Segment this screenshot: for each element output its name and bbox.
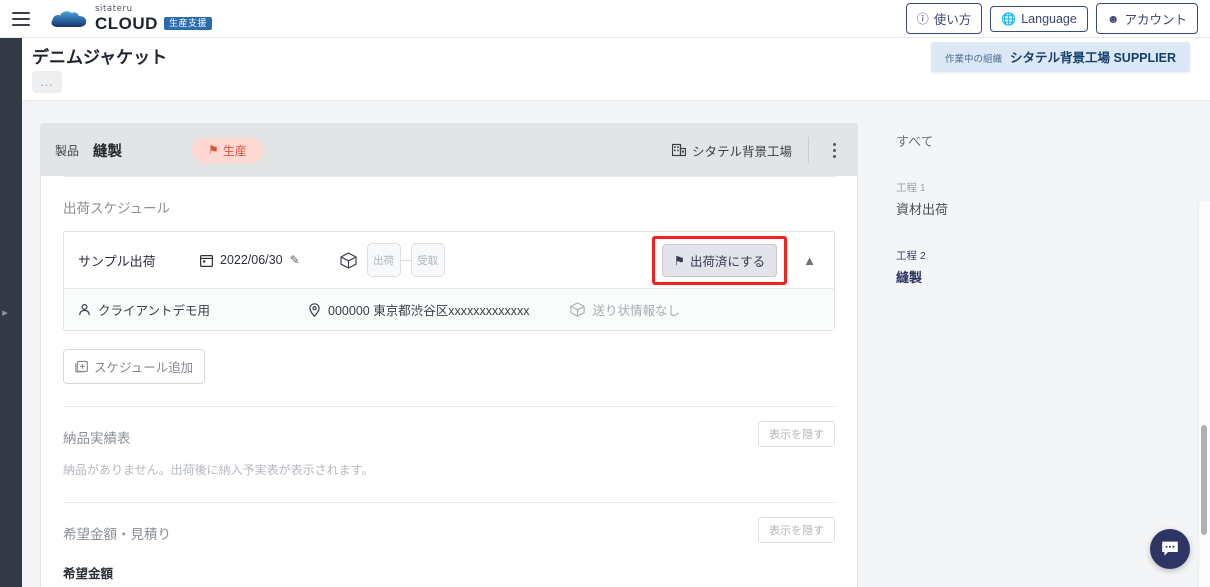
- edit-pencil-icon[interactable]: ✎: [290, 253, 300, 267]
- product-kind-label: 製品: [55, 143, 80, 158]
- factory-info[interactable]: シタテル背景工場: [671, 141, 792, 160]
- shipping-schedule-detail: クライアントデモ用 000000 東京都渋谷区xxxxxxxxxxxxx 送り状…: [64, 288, 834, 330]
- scroll-track[interactable]: [1198, 201, 1210, 587]
- app-screen: ▸ sitateru CLOUD 生産支援 ⓘ 使い方 🌐 Language ☻…: [0, 0, 1210, 587]
- package-icon: [340, 251, 357, 269]
- quote-header: 希望金額・見積り 表示を隠す: [63, 503, 835, 557]
- process-card: 製品 縫製 ⚑ 生産 シタテル背景工場 出荷スケジュール サンプル出荷 2022…: [40, 123, 858, 587]
- address-text: 000000 東京都渋谷区xxxxxxxxxxxxx: [328, 304, 530, 318]
- card-header-right: シタテル背景工場: [671, 137, 843, 163]
- delivery-record-title: 納品実績表: [63, 431, 131, 446]
- sidebar-item-process-1[interactable]: 工程 1 資材出荷: [878, 150, 1158, 218]
- help-button-label: 使い方: [933, 13, 972, 27]
- mark-as-shipped-label: 出荷済にする: [689, 254, 766, 269]
- step-receiving[interactable]: 受取: [410, 243, 445, 277]
- hamburger-icon[interactable]: [12, 11, 30, 26]
- help-button[interactable]: ⓘ 使い方: [905, 3, 983, 34]
- card-kebab-menu-icon[interactable]: [825, 139, 843, 161]
- sidebar-item-all[interactable]: すべて: [878, 123, 1158, 150]
- package-icon: [570, 302, 586, 317]
- process-2-name: 縫製: [896, 270, 923, 285]
- schedule-steps: 出荷 受取: [366, 243, 445, 277]
- app-logo[interactable]: sitateru CLOUD 生産支援: [50, 5, 212, 32]
- add-schedule-label: スケジュール追加: [94, 361, 194, 375]
- left-rail: ▸: [0, 0, 22, 587]
- shipping-schedule-item: サンプル出荷 2022/06/30 ✎ 出荷 受取 ⚑ 出荷済にする ▲ クライ…: [63, 231, 835, 331]
- language-button-label: Language: [1021, 11, 1077, 26]
- logo-badge: 生産支援: [163, 16, 212, 30]
- step-connector: [400, 259, 411, 261]
- mark-shipped-highlight: ⚑ 出荷済にする: [651, 235, 788, 285]
- quote-amount-label: 希望金額: [63, 567, 114, 581]
- vertical-scrollbar-thumb[interactable]: [1201, 425, 1207, 535]
- status-badge: ⚑ 生産: [192, 137, 263, 163]
- location-pin-icon: [308, 302, 321, 317]
- header-actions: ⓘ 使い方 🌐 Language ☻ アカウント: [905, 3, 1210, 34]
- org-badge-label: 作業中の組織: [944, 54, 1002, 65]
- sidebar-item-process-2[interactable]: 工程 2 縫製: [878, 218, 1158, 286]
- chat-fab-button[interactable]: [1150, 529, 1190, 569]
- building-icon: [671, 143, 686, 157]
- shipping-schedule-row: サンプル出荷 2022/06/30 ✎ 出荷 受取 ⚑ 出荷済にする ▲: [64, 232, 834, 288]
- shipping-schedule-title: 出荷スケジュール: [63, 201, 171, 216]
- cloud-icon: [50, 8, 88, 30]
- tracking-text: 送り状情報なし: [592, 304, 680, 318]
- step-shipping[interactable]: 出荷: [366, 243, 401, 277]
- client-info: クライアントデモ用: [78, 300, 210, 319]
- question-circle-icon: ⓘ: [916, 11, 929, 26]
- flag-icon: ⚑: [208, 143, 219, 157]
- tracking-info: 送り状情報なし: [570, 300, 680, 319]
- process-1-step-label: 工程 1: [896, 182, 926, 194]
- process-card-header: 製品 縫製 ⚑ 生産 シタテル背景工場: [41, 124, 857, 176]
- collapse-chevron-up-icon[interactable]: ▲: [803, 253, 820, 268]
- delivery-record-hide-button[interactable]: 表示を隠す: [758, 421, 835, 447]
- logo-maintext: CLOUD: [95, 13, 158, 33]
- schedule-date: 2022/06/30: [220, 253, 283, 267]
- status-badge-label: 生産: [222, 143, 247, 158]
- quote-title: 希望金額・見積り: [63, 527, 171, 542]
- process-card-body: 出荷スケジュール サンプル出荷 2022/06/30 ✎ 出荷 受取 ⚑ 出荷済…: [41, 176, 857, 587]
- process-2-step-label: 工程 2: [896, 250, 926, 262]
- page-more-options-button[interactable]: ...: [32, 71, 62, 93]
- process-sidebar: すべて 工程 1 資材出荷 工程 2 縫製: [878, 123, 1158, 286]
- address-info: 000000 東京都渋谷区xxxxxxxxxxxxx: [308, 300, 529, 319]
- page-title: デニムジャケット: [32, 48, 168, 67]
- top-header: sitateru CLOUD 生産支援 ⓘ 使い方 🌐 Language ☻ ア…: [0, 0, 1210, 38]
- account-circle-icon: ☻: [1106, 11, 1120, 26]
- delivery-record-header: 納品実績表 表示を隠す: [63, 407, 835, 461]
- account-button[interactable]: ☻ アカウント: [1095, 3, 1198, 34]
- logo-subtext: sitateru: [95, 4, 133, 15]
- delivery-record-empty-text: 納品がありません。出荷後に納入予実表が表示されます。: [63, 463, 374, 477]
- schedule-actions: ⚑ 出荷済にする ▲: [651, 235, 820, 285]
- flag-icon: ⚑: [673, 253, 685, 268]
- account-button-label: アカウント: [1124, 13, 1187, 27]
- language-button[interactable]: 🌐 Language: [990, 5, 1088, 32]
- page-body: 製品 縫製 ⚑ 生産 シタテル背景工場 出荷スケジュール サンプル出荷 2022…: [22, 100, 1210, 587]
- rail-expand-chevron-right-icon[interactable]: ▸: [0, 303, 10, 323]
- quote-hide-button[interactable]: 表示を隠す: [758, 517, 835, 543]
- chat-bubble-icon: [1160, 539, 1180, 559]
- globe-icon: 🌐: [1001, 11, 1017, 26]
- mark-as-shipped-button[interactable]: ⚑ 出荷済にする: [661, 243, 778, 277]
- schedule-date-group: 2022/06/30 ✎: [200, 253, 300, 267]
- schedule-name: サンプル出荷: [78, 253, 156, 269]
- divider: [808, 137, 809, 163]
- client-name: クライアントデモ用: [98, 304, 211, 318]
- active-organization-badge: 作業中の組織 シタテル背景工場 SUPPLIER: [930, 42, 1190, 72]
- add-box-icon: [75, 360, 88, 373]
- add-schedule-button[interactable]: スケジュール追加: [63, 349, 206, 384]
- title-area: デニムジャケット ... 作業中の組織 シタテル背景工場 SUPPLIER: [22, 38, 1210, 100]
- calendar-icon: [200, 254, 213, 267]
- process-1-name: 資材出荷: [896, 202, 949, 217]
- person-icon: [78, 303, 91, 316]
- process-name: 縫製: [93, 143, 123, 160]
- factory-name: シタテル背景工場: [691, 144, 792, 159]
- org-badge-value: シタテル背景工場 SUPPLIER: [1010, 51, 1176, 65]
